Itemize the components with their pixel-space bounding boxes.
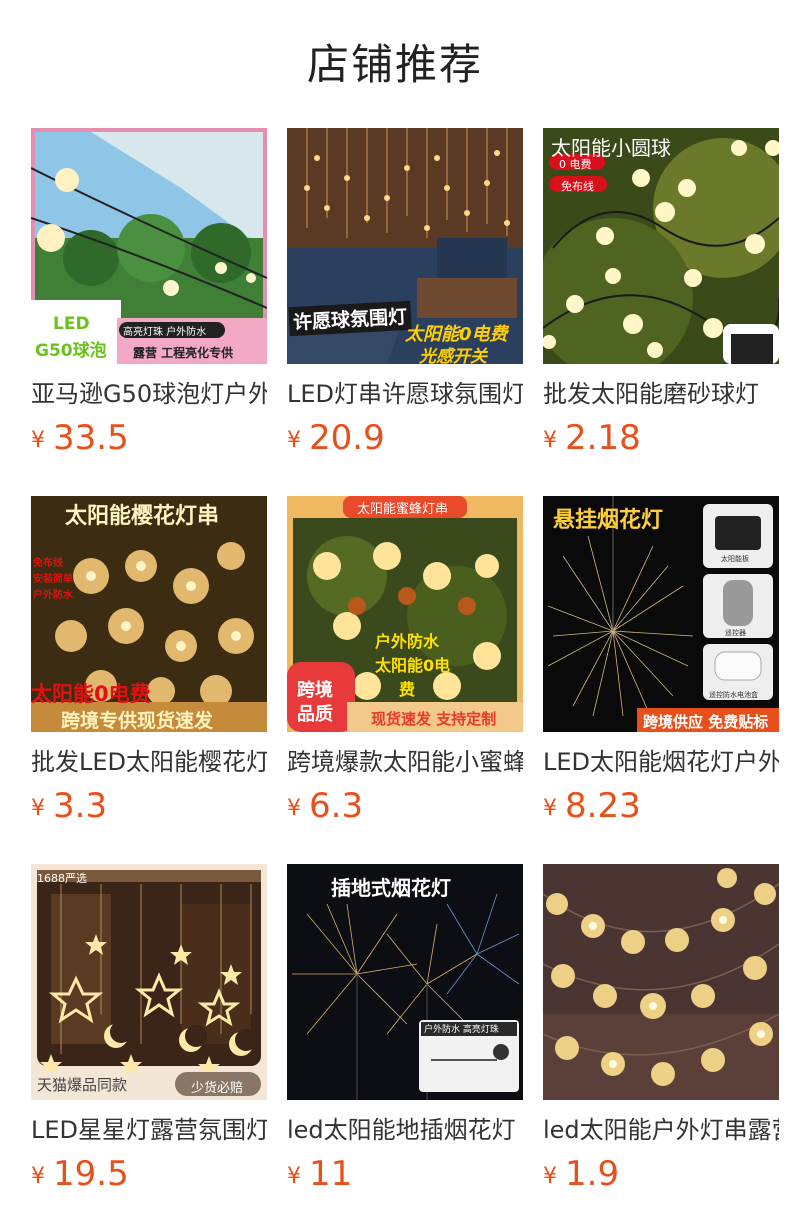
product-image[interactable] (543, 864, 779, 1100)
overlay-big: 太阳能0电费 (31, 682, 151, 706)
price-value: 8.23 (565, 786, 641, 826)
product-card[interactable]: 悬挂烟花灯 太阳能板 遥控器 遥控防水电池盒 跨境供应 免费贴标 LED太阳能烟… (543, 496, 779, 864)
overlay-center1: 户外防水 (375, 632, 440, 651)
currency-symbol: ¥ (287, 1164, 301, 1189)
overlay-center3: 费 (399, 680, 416, 699)
overlay-line3: 光感开关 (419, 347, 487, 364)
product-price: ¥3.3 (31, 786, 267, 832)
currency-symbol: ¥ (543, 796, 557, 821)
product-price: ¥33.5 (31, 418, 267, 464)
product-price: ¥6.3 (287, 786, 523, 832)
product-price: ¥8.23 (543, 786, 779, 832)
product-price: ¥1.9 (543, 1154, 779, 1200)
product-image[interactable]: 太阳能樱花灯串 免布线 安装简单 户外防水 太阳能0电费 跨境专供现货速发 (31, 496, 267, 732)
product-card[interactable]: 太阳能小圆球 0 电费 免布线 批发太阳能磨砂球灯 ¥2.18 (543, 128, 779, 496)
product-price: ¥2.18 (543, 418, 779, 464)
overlay-item3: 遥控防水电池盒 (709, 691, 758, 699)
product-price: ¥20.9 (287, 418, 523, 464)
price-value: 3.3 (53, 786, 108, 826)
product-title[interactable]: 跨境爆款太阳能小蜜蜂 (287, 746, 523, 778)
product-title[interactable]: LED灯串许愿球氛围灯 (287, 378, 523, 410)
overlay-brand-line2: G50球泡 (35, 341, 107, 361)
overlay-footer: 露营 工程亮化专供 (133, 346, 234, 360)
overlay-badge2: 免布线 (561, 180, 594, 193)
overlay-footer-right: 少货必赔 (191, 1081, 244, 1096)
overlay-item1: 太阳能板 (721, 555, 749, 563)
price-value: 20.9 (309, 418, 385, 458)
currency-symbol: ¥ (543, 428, 557, 453)
product-price: ¥11 (287, 1154, 523, 1200)
overlay-heading: 太阳能樱花灯串 (65, 504, 220, 529)
overlay-center2: 太阳能0电 (375, 656, 451, 675)
product-card[interactable]: 太阳能樱花灯串 免布线 安装简单 户外防水 太阳能0电费 跨境专供现货速发 批发… (31, 496, 267, 864)
overlay-heading: 插地式烟花灯 (331, 876, 451, 900)
price-value: 11 (309, 1154, 353, 1194)
overlay-brand-line1: LED (53, 314, 90, 334)
product-grid: LED G50球泡 高亮灯珠 户外防水 露营 工程亮化专供 亚马逊G50球泡灯户… (31, 128, 781, 1232)
product-title[interactable]: 批发太阳能磨砂球灯 (543, 378, 779, 410)
currency-symbol: ¥ (287, 428, 301, 453)
overlay-tag: 户外防水 高亮灯珠 (424, 1025, 499, 1035)
overlay-side2: 安装简单 (33, 574, 73, 585)
product-card[interactable]: led太阳能户外灯串露营 ¥1.9 (543, 864, 779, 1232)
page-title: 店铺推荐 (306, 40, 483, 89)
currency-symbol: ¥ (31, 428, 45, 453)
product-card[interactable]: 1688严选 天猫爆品同款 少货必赔 LED星星灯露营氛围灯 ¥19.5 (31, 864, 267, 1232)
product-card[interactable]: 许愿球氛围灯 太阳能0电费 光感开关 LED灯串许愿球氛围灯 ¥20.9 (287, 128, 523, 496)
overlay-heading: 太阳能蜜蜂灯串 (357, 502, 449, 517)
price-value: 1.9 (565, 1154, 620, 1194)
price-value: 33.5 (53, 418, 129, 458)
product-image[interactable]: 太阳能蜜蜂灯串 户外防水 太阳能0电 费 跨境 品质 现货速发 支持定制 (287, 496, 523, 732)
product-title[interactable]: 批发LED太阳能樱花灯 (31, 746, 267, 778)
product-title[interactable]: led太阳能户外灯串露营 (543, 1114, 779, 1146)
product-image[interactable]: 插地式烟花灯 户外防水 高亮灯珠 (287, 864, 523, 1100)
product-card[interactable]: 太阳能蜜蜂灯串 户外防水 太阳能0电 费 跨境 品质 现货速发 支持定制 跨境爆… (287, 496, 523, 864)
currency-symbol: ¥ (31, 1164, 45, 1189)
currency-symbol: ¥ (543, 1164, 557, 1189)
product-image[interactable]: 许愿球氛围灯 太阳能0电费 光感开关 (287, 128, 523, 364)
currency-symbol: ¥ (31, 796, 45, 821)
overlay-badge2: 品质 (297, 704, 333, 725)
price-value: 6.3 (309, 786, 364, 826)
overlay-badge1: 跨境 (297, 680, 333, 701)
overlay-footer: 跨境供应 免费贴标 (643, 713, 769, 731)
overlay-side1: 免布线 (33, 558, 63, 569)
product-title[interactable]: LED太阳能烟花灯户外 (543, 746, 779, 778)
overlay-tag: 高亮灯珠 户外防水 (123, 327, 207, 338)
product-title[interactable]: 亚马逊G50球泡灯户外 (31, 378, 267, 410)
overlay-badge1: 0 电费 (559, 158, 592, 171)
overlay-footer-left: 天猫爆品同款 (37, 1076, 128, 1094)
overlay-footer: 现货速发 支持定制 (371, 710, 497, 728)
product-card[interactable]: 插地式烟花灯 户外防水 高亮灯珠 led太阳能地插烟花灯 ¥11 (287, 864, 523, 1232)
overlay-heading: 悬挂烟花灯 (553, 508, 664, 533)
product-image[interactable]: 悬挂烟花灯 太阳能板 遥控器 遥控防水电池盒 跨境供应 免费贴标 (543, 496, 779, 732)
overlay-item2: 遥控器 (725, 629, 746, 637)
price-value: 2.18 (565, 418, 641, 458)
product-price: ¥19.5 (31, 1154, 267, 1200)
overlay-corner: 1688严选 (37, 872, 87, 885)
price-value: 19.5 (53, 1154, 129, 1194)
product-image[interactable]: LED G50球泡 高亮灯珠 户外防水 露营 工程亮化专供 (31, 128, 267, 364)
currency-symbol: ¥ (287, 796, 301, 821)
product-image[interactable]: 1688严选 天猫爆品同款 少货必赔 (31, 864, 267, 1100)
product-title[interactable]: led太阳能地插烟花灯 (287, 1114, 523, 1146)
product-title[interactable]: LED星星灯露营氛围灯 (31, 1114, 267, 1146)
product-image[interactable]: 太阳能小圆球 0 电费 免布线 (543, 128, 779, 364)
product-card[interactable]: LED G50球泡 高亮灯珠 户外防水 露营 工程亮化专供 亚马逊G50球泡灯户… (31, 128, 267, 496)
overlay-footer: 跨境专供现货速发 (61, 710, 214, 732)
overlay-side3: 户外防水 (33, 590, 73, 601)
